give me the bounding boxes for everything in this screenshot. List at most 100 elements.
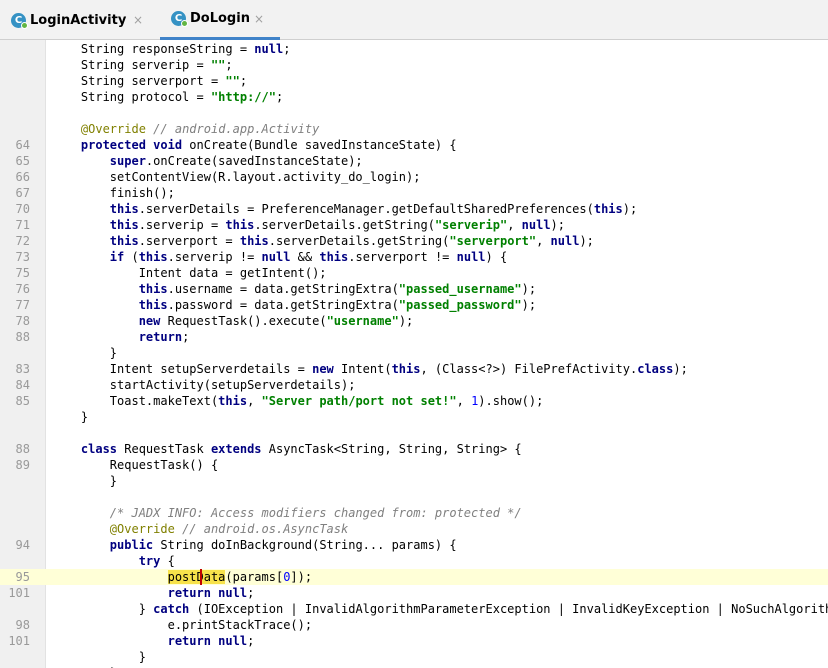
line-number: 78	[15, 314, 30, 328]
line-number: 83	[15, 362, 30, 376]
code-text: }	[52, 473, 117, 489]
close-icon[interactable]: ×	[254, 12, 264, 26]
code-line[interactable]: 75 Intent data = getIntent();	[0, 265, 828, 281]
code-token: ,	[247, 394, 262, 408]
code-token: catch	[153, 602, 190, 616]
code-token: class	[637, 362, 674, 376]
code-token: AsyncTask<String, String, String> {	[261, 442, 522, 456]
code-token: this	[138, 282, 168, 296]
code-line[interactable]: 83 Intent setupServerdetails = new Inten…	[0, 361, 828, 377]
code-text: this.serverip = this.serverDetails.getSt…	[52, 217, 565, 233]
code-token: ;	[225, 58, 233, 72]
code-line[interactable]: 95 postData(params[0]);	[0, 569, 828, 585]
code-token: this	[138, 298, 168, 312]
tab-login-activity[interactable]: C LoginActivity ×	[11, 0, 151, 40]
code-line[interactable]: 67 finish();	[0, 185, 828, 201]
code-line[interactable]: 71 this.serverip = this.serverDetails.ge…	[0, 217, 828, 233]
code-token: ;	[275, 90, 284, 104]
code-line[interactable]	[0, 489, 828, 505]
code-line[interactable]: 76 this.username = data.getStringExtra("…	[0, 281, 828, 297]
code-line[interactable]: try {	[0, 553, 828, 569]
code-token: }	[52, 346, 118, 360]
code-line[interactable]: 70 this.serverDetails = PreferenceManage…	[0, 201, 828, 217]
tab-do-login[interactable]: C DoLogin ×	[160, 0, 280, 40]
code-text: this.serverport = this.serverDetails.get…	[52, 233, 594, 249]
code-line[interactable]	[0, 425, 828, 441]
code-token: );	[521, 298, 537, 312]
code-token: null	[456, 250, 486, 264]
code-token: "serverport"	[449, 234, 537, 248]
line-number: 64	[15, 138, 30, 152]
code-line[interactable]: 89 RequestTask() {	[0, 457, 828, 473]
code-line[interactable]: }	[0, 409, 828, 425]
code-line[interactable]: @Override // android.os.AsyncTask	[0, 521, 828, 537]
code-token: .username = data.getStringExtra(	[167, 282, 399, 296]
code-line[interactable]: 88 class RequestTask extends AsyncTask<S…	[0, 441, 828, 457]
code-text: if (this.serverip != null && this.server…	[52, 249, 507, 265]
code-line[interactable]: }	[0, 649, 828, 665]
code-text: RequestTask() {	[52, 457, 218, 473]
code-line[interactable]: 73 if (this.serverip != null && this.ser…	[0, 249, 828, 265]
code-token: "Server path/port not set!"	[261, 394, 457, 408]
code-token: extends	[210, 442, 262, 456]
code-line[interactable]: 77 this.password = data.getStringExtra("…	[0, 297, 828, 313]
code-line[interactable]: String serverport = "";	[0, 73, 828, 89]
code-token: );	[622, 202, 638, 216]
code-line[interactable]: }	[0, 473, 828, 489]
line-number: 84	[15, 378, 30, 392]
code-token: return null	[167, 634, 248, 648]
code-token: ]);	[290, 570, 313, 584]
line-number: 95	[15, 570, 30, 584]
code-line[interactable]: @Override // android.app.Activity	[0, 121, 828, 137]
code-text: Toast.makeText(this, "Server path/port n…	[52, 393, 544, 409]
code-line[interactable]: 84 startActivity(setupServerdetails);	[0, 377, 828, 393]
code-line[interactable]: String protocol = "http://";	[0, 89, 828, 105]
line-number: 89	[15, 458, 30, 472]
code-line[interactable]: 65 super.onCreate(savedInstanceState);	[0, 153, 828, 169]
code-line[interactable]: 101 return null;	[0, 585, 828, 601]
code-line[interactable]: String responseString = null;	[0, 41, 828, 57]
java-class-icon: C	[11, 12, 28, 29]
code-token: RequestTask	[117, 442, 211, 456]
code-token: if	[109, 250, 125, 264]
code-editor[interactable]: String responseString = null; String ser…	[0, 40, 828, 668]
code-token: ) {	[485, 250, 508, 264]
code-line[interactable]: /* JADX INFO: Access modifiers changed f…	[0, 505, 828, 521]
code-text: Intent data = getIntent();	[52, 265, 327, 281]
code-line[interactable]: 94 public String doInBackground(String..…	[0, 537, 828, 553]
code-token: );	[521, 282, 537, 296]
code-line[interactable]: 72 this.serverport = this.serverDetails.…	[0, 233, 828, 249]
code-text: Intent setupServerdetails = new Intent(t…	[52, 361, 688, 377]
line-number: 94	[15, 538, 30, 552]
code-line[interactable]: 101 return null;	[0, 633, 828, 649]
code-line[interactable]: } catch (IOException | InvalidAlgorithmP…	[0, 601, 828, 617]
code-line[interactable]: String serverip = "";	[0, 57, 828, 73]
code-token: Intent data = getIntent();	[52, 266, 327, 280]
code-text: e.printStackTrace();	[52, 617, 313, 633]
code-line[interactable]: 78 new RequestTask().execute("username")…	[0, 313, 828, 329]
line-number: 98	[15, 618, 30, 632]
code-line[interactable]	[0, 105, 828, 121]
code-token: null	[550, 234, 580, 248]
code-line[interactable]: 85 Toast.makeText(this, "Server path/por…	[0, 393, 828, 409]
code-token: ""	[225, 74, 240, 88]
code-line[interactable]: 88 return;	[0, 329, 828, 345]
line-number: 71	[15, 218, 30, 232]
code-line[interactable]: }	[0, 345, 828, 361]
code-token: ;	[239, 74, 248, 88]
code-line[interactable]: 98 e.printStackTrace();	[0, 617, 828, 633]
code-token: this	[319, 250, 349, 264]
code-line[interactable]: 66 setContentView(R.layout.activity_do_l…	[0, 169, 828, 185]
code-line[interactable]: 64 protected void onCreate(Bundle savedI…	[0, 137, 828, 153]
code-token: .password = data.getStringExtra(	[167, 298, 399, 312]
line-number: 101	[8, 634, 30, 648]
close-icon[interactable]: ×	[133, 13, 143, 27]
